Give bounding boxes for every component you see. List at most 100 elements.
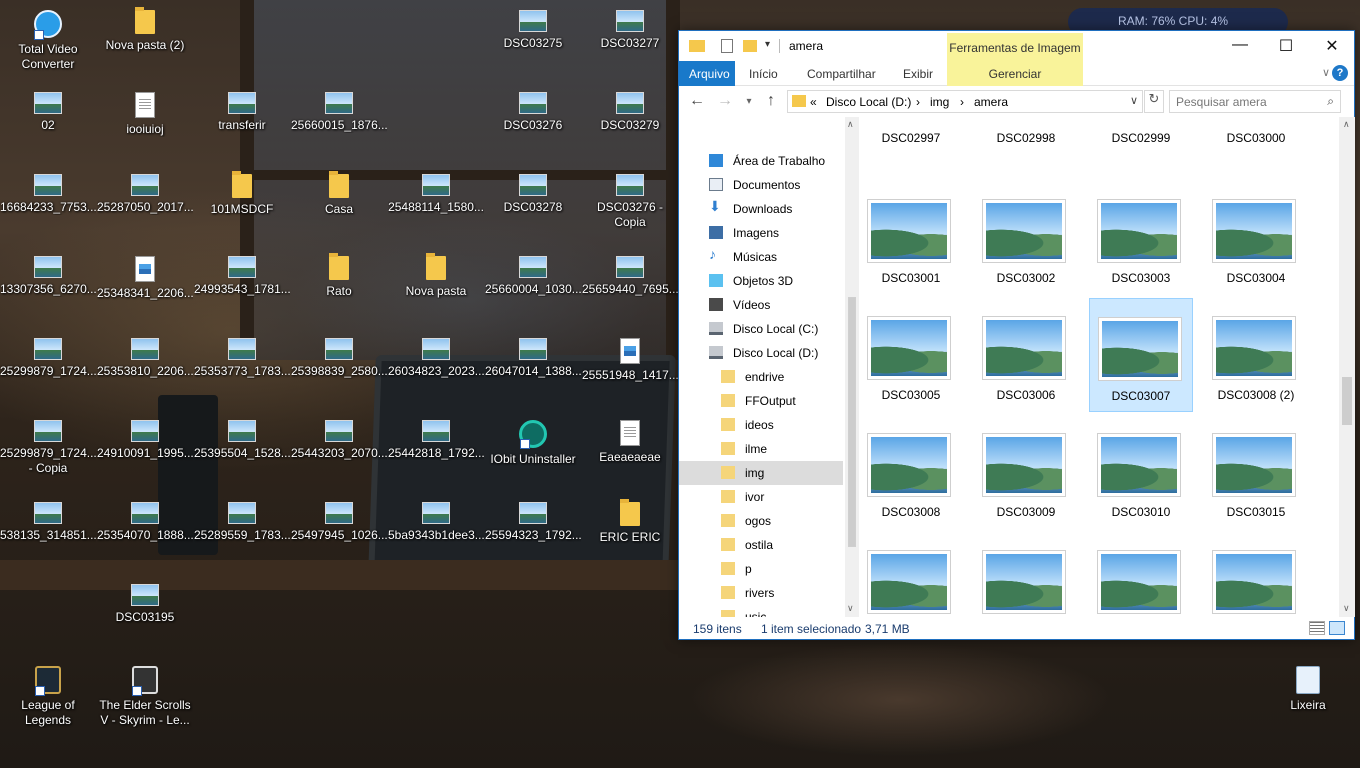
file-tile[interactable]: DSC03023	[1204, 532, 1308, 617]
desktop-icon-25660015[interactable]: 25660015_1876...	[291, 86, 387, 156]
desktop-icon-24993543[interactable]: 24993543_1781...	[194, 250, 290, 320]
desktop-icon-eric-eric[interactable]: ERIC ERIC	[582, 496, 678, 566]
minimize-button[interactable]: —	[1217, 31, 1263, 61]
nav-item[interactable]: usic	[679, 605, 843, 617]
tab-arquivo[interactable]: Arquivo	[679, 61, 735, 86]
file-tile[interactable]: DSC03007	[1089, 298, 1193, 412]
desktop-icon-25353810[interactable]: 25353810_2206...	[97, 332, 193, 402]
desktop-icon-league-of-legends[interactable]: League of Legends	[0, 660, 96, 730]
breadcrumb-prefix[interactable]: «	[810, 95, 817, 109]
nav-item[interactable]: ivor	[679, 485, 843, 509]
nav-item[interactable]: ideos	[679, 413, 843, 437]
desktop-icon-25497945[interactable]: 25497945_1026...	[291, 496, 387, 566]
maximize-button[interactable]: ☐	[1263, 31, 1309, 61]
file-name-partial[interactable]: DSC02997	[859, 131, 963, 145]
file-name-partial[interactable]: DSC02999	[1089, 131, 1193, 145]
forward-arrow-icon[interactable]: →	[715, 92, 735, 112]
nav-item[interactable]: Disco Local (C:)	[679, 317, 843, 341]
nav-item[interactable]: ♪ Músicas	[679, 245, 843, 269]
scroll-down-icon[interactable]: ∨	[1343, 603, 1350, 614]
back-arrow-icon[interactable]: ←	[687, 92, 707, 112]
desktop-icon-skyrim[interactable]: The Elder Scrolls V - Skyrim - Le...	[97, 660, 193, 730]
tab-compartilhar[interactable]: Compartilhar	[797, 61, 886, 86]
desktop-icon-25348341[interactable]: 25348341_2206...	[97, 250, 193, 320]
nav-scrollbar[interactable]: ∧ ∨	[845, 117, 859, 617]
file-tile[interactable]: DSC03003	[1089, 181, 1193, 295]
breadcrumb-img[interactable]: img	[930, 95, 949, 109]
file-tile[interactable]: DSC03001	[859, 181, 963, 295]
desktop-icon-lixeira[interactable]: Lixeira	[1260, 660, 1356, 730]
content-scrollbar[interactable]: ∧ ∨	[1339, 117, 1355, 617]
desktop-icon-nova-pasta[interactable]: Nova pasta	[388, 250, 484, 320]
file-name-partial[interactable]: DSC03000	[1204, 131, 1308, 145]
desktop-icon-25594323[interactable]: 25594323_1792...	[485, 496, 581, 566]
desktop-icon-dsc03278[interactable]: DSC03278	[485, 168, 581, 238]
desktop-icon-25488114[interactable]: 25488114_1580...	[388, 168, 484, 238]
desktop-icon-total-video-converter[interactable]: Total Video Converter	[0, 4, 96, 74]
desktop-icon-dsc03276[interactable]: DSC03276	[485, 86, 581, 156]
nav-item[interactable]: Imagens	[679, 221, 843, 245]
recent-locations-icon[interactable]: ▾	[739, 96, 759, 116]
desktop-icon-img-02[interactable]: 02	[0, 86, 96, 156]
scroll-thumb[interactable]	[848, 297, 856, 547]
nav-item[interactable]: ⬇ Downloads	[679, 197, 843, 221]
desktop-icon-25395504[interactable]: 25395504_1528...	[194, 414, 290, 484]
nav-item[interactable]: Objetos 3D	[679, 269, 843, 293]
nav-item[interactable]: endrive	[679, 365, 843, 389]
desktop-icon-25659440[interactable]: 25659440_7695...	[582, 250, 678, 320]
desktop-icon-25287050[interactable]: 25287050_2017...	[97, 168, 193, 238]
scroll-up-icon[interactable]: ∧	[1343, 119, 1350, 130]
desktop-icon-dsc03195[interactable]: DSC03195	[97, 578, 193, 648]
file-explorer-window[interactable]: ▾ amera Ferramentas de Imagem — ☐ ✕ Arqu…	[678, 30, 1355, 640]
file-tile[interactable]: DSC03002	[974, 181, 1078, 295]
nav-item[interactable]: Vídeos	[679, 293, 843, 317]
nav-item[interactable]: ogos	[679, 509, 843, 533]
file-tile[interactable]: DSC03015	[1204, 415, 1308, 529]
desktop-icon-25299879-copia[interactable]: 25299879_1724... - Copia	[0, 414, 96, 484]
desktop-icon-dsc03279[interactable]: DSC03279	[582, 86, 678, 156]
desktop-icon-iobit-uninstaller[interactable]: IObit Uninstaller	[485, 414, 581, 484]
desktop-icon-dsc03276-copia[interactable]: DSC03276 - Copia	[582, 168, 678, 238]
desktop-icon-25551948[interactable]: 25551948_1417...	[582, 332, 678, 402]
file-tile[interactable]: DSC03016	[859, 532, 963, 617]
scroll-up-icon[interactable]: ∧	[847, 119, 854, 130]
help-icon[interactable]: ?	[1332, 65, 1348, 81]
address-bar[interactable]: « Disco Local (D:) › img › amera ∨	[787, 90, 1143, 113]
expand-ribbon-icon[interactable]: ∨	[1322, 66, 1330, 79]
nav-item[interactable]: img	[679, 461, 843, 485]
file-tile[interactable]: DSC03004	[1204, 181, 1308, 295]
file-tile[interactable]: DSC03010	[1089, 415, 1193, 529]
desktop-icon-26034823[interactable]: 26034823_2023...	[388, 332, 484, 402]
desktop-icon-nova-pasta-2[interactable]: Nova pasta (2)	[97, 4, 193, 74]
nav-item[interactable]: rivers	[679, 581, 843, 605]
tab-inicio[interactable]: Início	[739, 61, 788, 86]
properties-icon[interactable]	[721, 39, 733, 53]
nav-item[interactable]: p	[679, 557, 843, 581]
desktop-icon-101msdcf[interactable]: 101MSDCF	[194, 168, 290, 238]
tab-gerenciar[interactable]: Gerenciar	[947, 61, 1083, 86]
file-tile[interactable]: DSC03008 (2)	[1204, 298, 1308, 412]
file-tile[interactable]: DSC03005	[859, 298, 963, 412]
desktop-icon-26047014[interactable]: 26047014_1388...	[485, 332, 581, 402]
desktop-icon-25660004[interactable]: 25660004_1030...	[485, 250, 581, 320]
desktop-icon-25398839[interactable]: 25398839_2580...	[291, 332, 387, 402]
scroll-down-icon[interactable]: ∨	[847, 603, 854, 614]
desktop-icon-25353773[interactable]: 25353773_1783...	[194, 332, 290, 402]
large-icons-view-icon[interactable]	[1329, 621, 1345, 635]
desktop-icon-eaeaeaeae[interactable]: Eaeaeaeae	[582, 414, 678, 484]
breadcrumb-disco-d[interactable]: Disco Local (D:)	[826, 95, 911, 109]
desktop-icon-25354070[interactable]: 25354070_1888...	[97, 496, 193, 566]
file-tile[interactable]: DSC03009	[974, 415, 1078, 529]
close-button[interactable]: ✕	[1309, 31, 1355, 61]
desktop-icon-rato[interactable]: Rato	[291, 250, 387, 320]
scroll-thumb[interactable]	[1342, 377, 1352, 425]
desktop-icon-24910091[interactable]: 24910091_1995...	[97, 414, 193, 484]
desktop-icon-25299879[interactable]: 25299879_1724...	[0, 332, 96, 402]
file-tile[interactable]: DSC03021	[974, 532, 1078, 617]
desktop-icon-5ba9343b1dee3[interactable]: 5ba9343b1dee3...	[388, 496, 484, 566]
new-folder-icon[interactable]	[743, 40, 757, 52]
desktop-icon-13307356[interactable]: 13307356_6270...	[0, 250, 96, 320]
title-bar[interactable]: ▾ amera Ferramentas de Imagem — ☐ ✕	[679, 31, 1354, 61]
file-name-partial[interactable]: DSC02998	[974, 131, 1078, 145]
desktop-icon-dsc03275[interactable]: DSC03275	[485, 4, 581, 74]
